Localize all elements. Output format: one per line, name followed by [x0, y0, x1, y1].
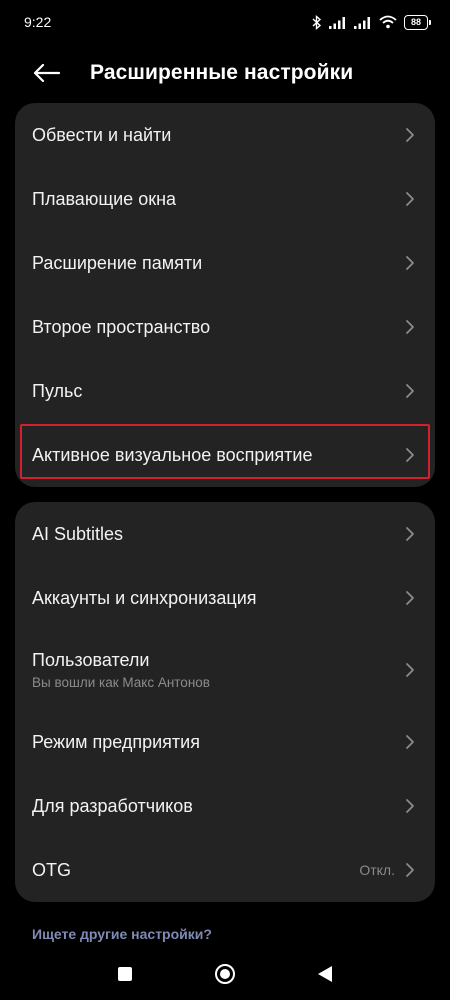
back-triangle-icon: [318, 966, 332, 982]
battery-icon: 88: [404, 14, 431, 30]
chevron-right-icon: [406, 384, 414, 398]
back-arrow-icon: [33, 64, 61, 82]
setting-memory-extension[interactable]: Расширение памяти: [15, 231, 435, 295]
chevron-right-icon: [406, 663, 414, 677]
page-title: Расширенные настройки: [90, 61, 354, 84]
signal-icon: [329, 16, 345, 29]
chevron-right-icon: [406, 591, 414, 605]
setting-label: Для разработчиков: [32, 795, 193, 816]
status-icons: 88: [312, 14, 431, 30]
setting-accounts-sync[interactable]: Аккаунты и синхронизация: [15, 566, 435, 630]
setting-label: Второе пространство: [32, 316, 211, 337]
setting-users[interactable]: Пользователи Вы вошли как Макс Антонов: [15, 630, 435, 710]
setting-label: Плавающие окна: [32, 188, 177, 209]
settings-group-1: Обвести и найти Плавающие окна Расширени…: [15, 103, 435, 487]
chevron-right-icon: [406, 863, 414, 877]
chevron-right-icon: [406, 320, 414, 334]
chevron-right-icon: [406, 256, 414, 270]
setting-ai-subtitles[interactable]: AI Subtitles: [15, 502, 435, 566]
setting-label: Расширение памяти: [32, 252, 203, 273]
setting-second-space[interactable]: Второе пространство: [15, 295, 435, 359]
status-time: 9:22: [24, 14, 52, 30]
signal-icon: [354, 16, 370, 29]
recents-square-icon: [118, 967, 132, 981]
chevron-right-icon: [406, 527, 414, 541]
setting-subtitle: Вы вошли как Макс Антонов: [32, 675, 210, 690]
setting-label: Пульс: [32, 380, 83, 401]
setting-otg[interactable]: OTG Откл.: [15, 838, 435, 902]
navigation-bar: [0, 948, 450, 1000]
chevron-right-icon: [406, 799, 414, 813]
setting-label: Обвести и найти: [32, 124, 172, 145]
setting-active-visual-perception[interactable]: Активное визуальное восприятие: [15, 423, 435, 487]
setting-floating-windows[interactable]: Плавающие окна: [15, 167, 435, 231]
chevron-right-icon: [406, 448, 414, 462]
home-circle-icon: [215, 964, 235, 984]
setting-enterprise-mode[interactable]: Режим предприятия: [15, 710, 435, 774]
back-button[interactable]: [24, 50, 70, 96]
chevron-right-icon: [406, 735, 414, 749]
nav-back-button[interactable]: [275, 948, 375, 1000]
setting-developer-options[interactable]: Для разработчиков: [15, 774, 435, 838]
setting-circle-to-search[interactable]: Обвести и найти: [15, 103, 435, 167]
home-button[interactable]: [175, 948, 275, 1000]
header: Расширенные настройки: [0, 48, 450, 98]
setting-label: AI Subtitles: [32, 523, 124, 544]
setting-label: Режим предприятия: [32, 731, 200, 752]
setting-label: Пользователи: [32, 650, 150, 670]
bluetooth-icon: [312, 14, 322, 30]
status-bar: 9:22 88: [0, 0, 450, 44]
setting-users-text: Пользователи Вы вошли как Макс Антонов: [32, 650, 210, 690]
chevron-right-icon: [406, 128, 414, 142]
settings-group-2: AI Subtitles Аккаунты и синхронизация По…: [15, 502, 435, 902]
search-more-settings-link[interactable]: Ищете другие настройки?: [32, 926, 212, 942]
setting-label: Активное визуальное восприятие: [32, 444, 313, 465]
wifi-icon: [379, 15, 397, 29]
setting-value: Откл.: [359, 862, 395, 878]
setting-label: Аккаунты и синхронизация: [32, 587, 257, 608]
chevron-right-icon: [406, 192, 414, 206]
setting-pulse[interactable]: Пульс: [15, 359, 435, 423]
recents-button[interactable]: [75, 948, 175, 1000]
setting-label: OTG: [32, 859, 71, 880]
setting-otg-right: Откл.: [359, 862, 415, 878]
